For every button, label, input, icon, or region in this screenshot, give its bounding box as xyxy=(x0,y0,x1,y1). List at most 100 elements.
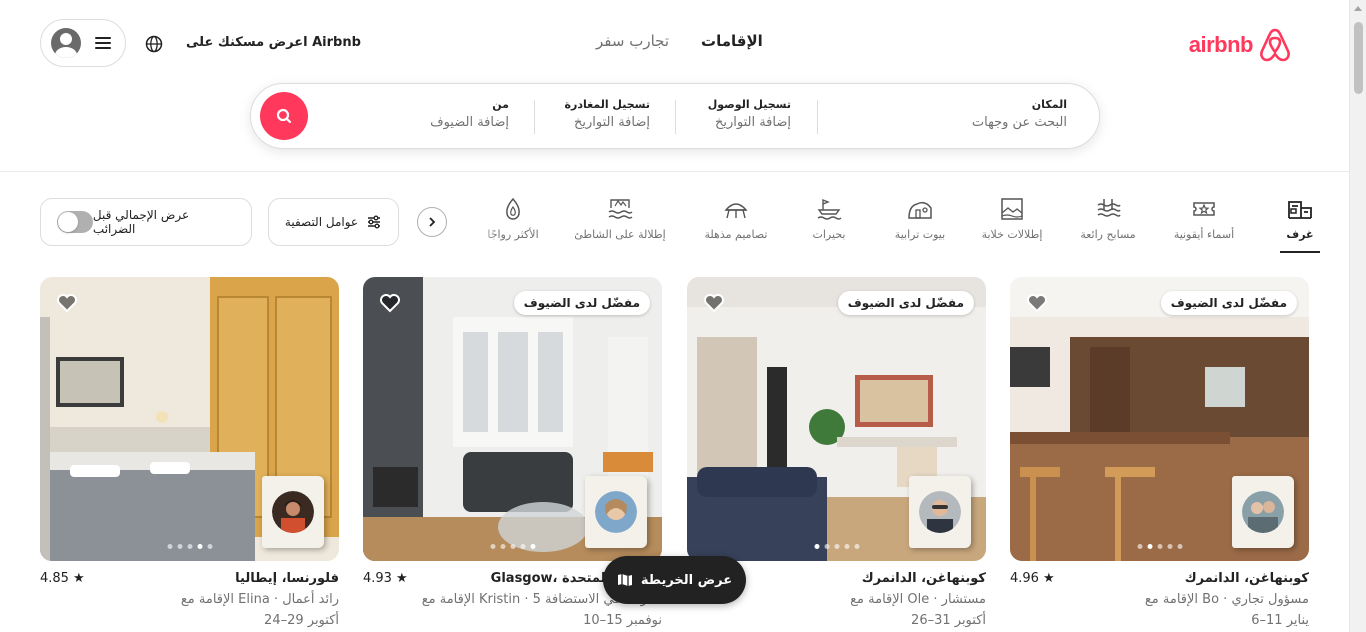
menu-icon xyxy=(95,37,111,49)
tab-stays[interactable]: الإقامات xyxy=(701,32,763,50)
star-icon: ★ xyxy=(1042,571,1055,586)
listing-rating: 4.96 ★ xyxy=(1010,571,1055,586)
category-label: إطلالات خلابة xyxy=(981,228,1043,241)
where-label: المكان xyxy=(1031,98,1067,111)
search-where[interactable]: المكان البحث عن وجهات xyxy=(972,98,1067,130)
listing-title: كوبنهاغن، الدانمرك xyxy=(1184,571,1309,586)
tax-switch[interactable] xyxy=(57,211,93,233)
filters-icon xyxy=(368,215,381,229)
listing-dates: 6–11 يناير xyxy=(1251,613,1309,628)
user-avatar-icon xyxy=(51,28,81,58)
category-label: غرف xyxy=(1286,228,1314,241)
views-icon xyxy=(1001,198,1023,220)
category-lakes[interactable]: بحيرات xyxy=(794,196,864,241)
checkout-input[interactable]: إضافة التواريخ xyxy=(565,115,650,130)
search-button[interactable] xyxy=(260,92,308,140)
globe-icon[interactable] xyxy=(145,35,163,53)
category-design[interactable]: تصاميم مذهلة xyxy=(696,196,776,241)
search-divider xyxy=(534,100,535,134)
listing-photo[interactable] xyxy=(40,277,339,561)
category-label: بيوت ترابية xyxy=(894,228,946,241)
listing-host: الإقامة مع Elina · رائد أعمال xyxy=(180,592,339,607)
pool-icon xyxy=(1097,199,1121,217)
listing-card[interactable]: مفضّل لدى الضيوف كوبنهاغن، الدانمرك 4.96… xyxy=(1010,277,1309,632)
heart-icon[interactable] xyxy=(703,293,725,313)
tab-experiences[interactable]: تجارب سفر xyxy=(596,32,669,50)
tax-toggle[interactable]: عرض الإجمالي قبل الضرائب xyxy=(40,198,252,246)
airbnb-logo-icon xyxy=(1260,28,1290,62)
design-icon xyxy=(724,203,748,219)
heart-icon[interactable] xyxy=(379,293,401,313)
beach-icon xyxy=(608,199,633,219)
guests-input[interactable]: إضافة الضيوف xyxy=(430,115,509,130)
star-icon: ★ xyxy=(72,571,85,586)
checkin-input[interactable]: إضافة التواريخ xyxy=(708,115,791,130)
who-label: من xyxy=(492,98,509,111)
user-menu-button[interactable] xyxy=(40,19,126,67)
guest-favorite-badge: مفضّل لدى الضيوف xyxy=(1160,291,1297,315)
category-pools[interactable]: مسابح رائعة xyxy=(1068,196,1148,241)
category-rooms[interactable]: غرف xyxy=(1280,196,1320,253)
host-avatar xyxy=(919,491,961,533)
guest-favorite-badge: مفضّل لدى الضيوف xyxy=(837,291,974,315)
search-checkout[interactable]: تسجيل المغادرة إضافة التواريخ xyxy=(565,98,650,130)
category-label: أسماء أيقونية xyxy=(1173,228,1235,241)
carousel-dots xyxy=(814,544,859,549)
heart-icon[interactable] xyxy=(1026,293,1048,313)
map-icon xyxy=(617,574,632,586)
carousel-dots xyxy=(1137,544,1182,549)
listing-card[interactable]: فلورنسا، إيطاليا 4.85 ★ الإقامة مع Elina … xyxy=(40,277,339,632)
listing-title: كوبنهاغن، الدانمرك xyxy=(861,571,986,586)
carousel-dots xyxy=(490,544,535,549)
listing-dates: 10–15 نوفمبر xyxy=(583,613,662,628)
host-avatar xyxy=(595,491,637,533)
listing-host: الإقامة مع Ole · مستشار xyxy=(850,592,986,607)
where-input[interactable]: البحث عن وجهات xyxy=(972,115,1067,130)
rating-value: 4.96 xyxy=(1010,571,1039,586)
host-your-home-link[interactable]: اعرض مسكنك على Airbnb xyxy=(186,35,361,50)
host-avatar-frame xyxy=(909,476,971,548)
host-avatar-frame xyxy=(585,476,647,548)
host-avatar xyxy=(1242,491,1284,533)
category-beachfront[interactable]: إطلالة على الشاطئ xyxy=(570,196,670,241)
search-checkin[interactable]: تسجيل الوصول إضافة التواريخ xyxy=(708,98,791,130)
listing-photo[interactable]: مفضّل لدى الضيوف xyxy=(1010,277,1309,561)
search-bar[interactable]: المكان البحث عن وجهات تسجيل الوصول إضافة… xyxy=(250,83,1100,149)
category-earth-homes[interactable]: بيوت ترابية xyxy=(880,196,960,241)
carousel-dots xyxy=(167,544,212,549)
listing-photo[interactable]: مفضّل لدى الضيوف xyxy=(687,277,986,561)
rooms-icon xyxy=(1288,201,1312,219)
listing-rating: 4.93 ★ xyxy=(363,571,408,586)
search-divider xyxy=(817,100,818,134)
listing-host: الإقامة مع Bo · مسؤول تجاري xyxy=(1144,592,1309,607)
checkin-label: تسجيل الوصول xyxy=(707,98,791,111)
brand-name: airbnb xyxy=(1188,32,1254,57)
category-iconic[interactable]: أسماء أيقونية xyxy=(1164,196,1244,241)
star-icon: ★ xyxy=(395,571,408,586)
category-label: مسابح رائعة xyxy=(1080,228,1136,241)
heart-icon[interactable] xyxy=(56,293,78,313)
search-who[interactable]: من إضافة الضيوف xyxy=(430,98,509,130)
header: airbnb تجارب سفر الإقامات اعرض مسكنك على… xyxy=(0,0,1349,172)
airbnb-logo[interactable]: airbnb xyxy=(1189,28,1291,62)
category-scroll-button[interactable] xyxy=(417,207,447,237)
listing-photo[interactable]: مفضّل لدى الضيوف xyxy=(363,277,662,561)
nav-tabs: تجارب سفر الإقامات xyxy=(596,32,763,50)
chevron-right-icon xyxy=(429,217,436,227)
checkout-label: تسجيل المغادرة xyxy=(564,98,650,111)
search-icon xyxy=(276,108,292,124)
search-divider xyxy=(675,100,676,134)
category-views[interactable]: إطلالات خلابة xyxy=(972,196,1052,241)
host-avatar-frame xyxy=(262,476,324,548)
filters-button[interactable]: عوامل التصفية xyxy=(268,198,399,246)
listing-dates: 24–29 أكتوبر xyxy=(264,613,339,628)
listing-dates: 26–31 أكتوبر xyxy=(911,613,986,628)
listing-title: فلورنسا، إيطاليا xyxy=(235,571,339,586)
lake-icon xyxy=(817,198,842,220)
rating-value: 4.93 xyxy=(363,571,392,586)
category-label: إطلالة على الشاطئ xyxy=(574,228,666,241)
category-fade xyxy=(448,196,498,256)
show-map-button[interactable]: عرض الخريطة xyxy=(603,556,746,604)
category-bar: غرف أسماء أيقونية مسابح رائعة إطلالات خل… xyxy=(460,196,1320,262)
page-scrollbar[interactable] xyxy=(1349,0,1366,632)
